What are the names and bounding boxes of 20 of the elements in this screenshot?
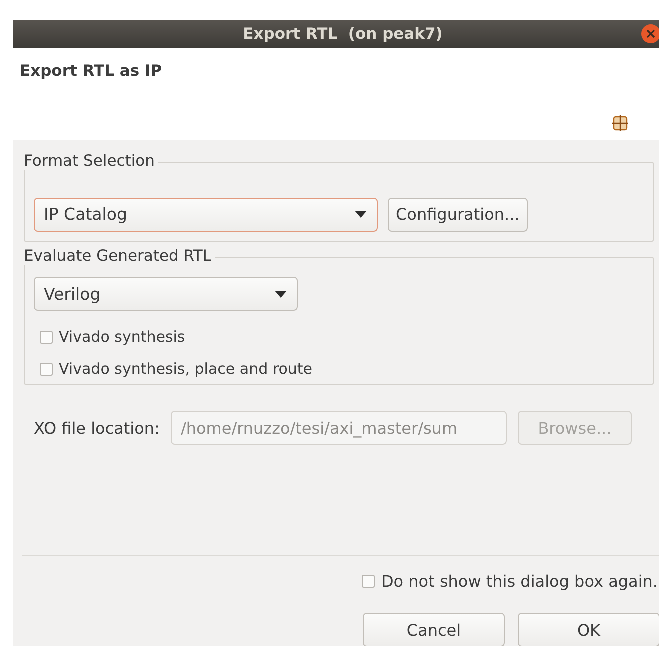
checkbox[interactable] xyxy=(40,330,53,344)
cancel-button[interactable]: Cancel xyxy=(363,613,505,646)
configuration-button[interactable]: Configuration... xyxy=(388,198,528,232)
checkbox-label: Do not show this dialog box again. xyxy=(381,572,658,591)
group-label: Format Selection xyxy=(24,152,158,170)
grid-icon xyxy=(612,115,629,132)
format-dropdown[interactable]: IP Catalog xyxy=(34,198,378,232)
window-title: Export RTL (on peak7) xyxy=(243,25,443,43)
checkbox[interactable] xyxy=(40,362,53,376)
field-label: XO file location: xyxy=(34,418,160,438)
caret-icon xyxy=(355,211,367,218)
caret-icon xyxy=(275,290,287,298)
close-icon[interactable] xyxy=(641,24,659,44)
checkbox[interactable] xyxy=(362,575,376,588)
checkbox-label: Vivado synthesis, place and route xyxy=(59,360,313,378)
ok-button[interactable]: OK xyxy=(518,613,659,646)
language-dropdown[interactable]: Verilog xyxy=(34,277,298,311)
checkbox-label: Vivado synthesis xyxy=(59,328,186,346)
page-title: Export RTL as IP xyxy=(20,62,162,80)
group-label: Evaluate Generated RTL xyxy=(24,247,215,265)
